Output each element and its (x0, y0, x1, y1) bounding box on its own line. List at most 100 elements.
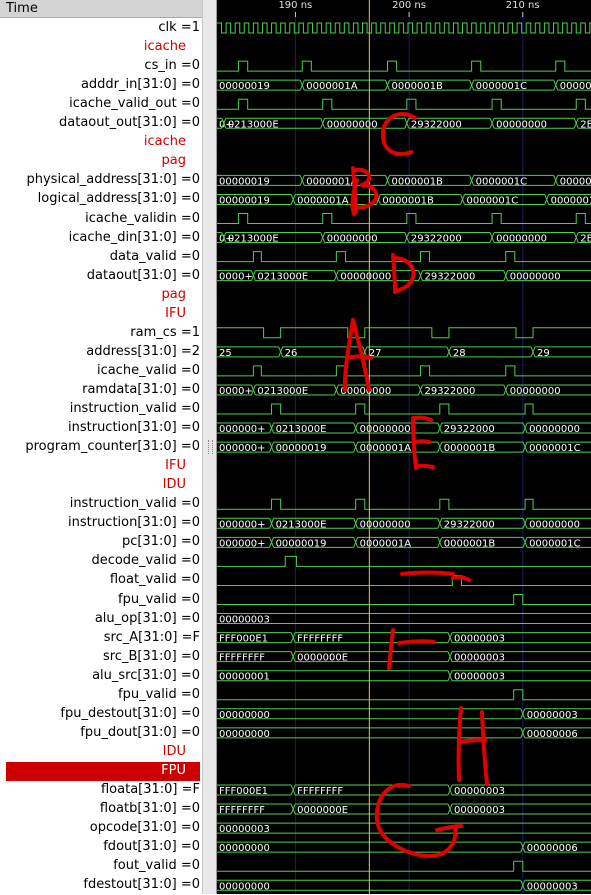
bus-value-label: 0000001A (297, 195, 349, 206)
group-row[interactable]: icache (0, 38, 202, 57)
signal-row[interactable]: fpu_valid =0 (0, 686, 202, 705)
signal-name: floatb[31:0] =0 (99, 801, 200, 817)
signal-row[interactable]: icache_din[31:0] =0 (0, 229, 202, 248)
signal-row[interactable]: opcode[31:0] =0 (0, 819, 202, 838)
group-name: IDU (162, 743, 186, 759)
bus-value-label: 0000+ (219, 386, 253, 397)
waveform-pane[interactable]: 190 ns 200 ns 210 ns 00000019 0000001A 00000… (217, 0, 591, 894)
bus-value-label: 00000019 (276, 443, 327, 454)
signal-row[interactable]: cs_in =0 (0, 57, 202, 76)
bus-value-label: 00000000 (510, 272, 561, 283)
bus-value-label: FFF000E1 (219, 786, 268, 797)
bus-value-label: 00000000 (529, 424, 580, 435)
bus-value-label: 00000000 (219, 729, 270, 740)
signal-row[interactable]: fdout[31:0] =0 (0, 838, 202, 857)
group-row[interactable]: IFU (0, 457, 202, 476)
signal-row[interactable]: dataout_out[31:0] =0 (0, 114, 202, 133)
signal-row[interactable]: logical_address[31:0] =0 (0, 190, 202, 209)
signal-row[interactable]: instruction_valid =0 (0, 400, 202, 419)
bus-value-label: 0213000E (257, 272, 308, 283)
waveform-canvas[interactable]: 00000019 0000001A 0000001B 0000001C 0000001D… (217, 0, 591, 894)
bus-value-label: 0000001C (529, 538, 581, 549)
signal-row[interactable]: floata[31:0] =F (0, 781, 202, 800)
signal-row[interactable]: instruction_valid =0 (0, 495, 202, 514)
bus-value-label: 00000000 (340, 272, 391, 283)
signal-row[interactable]: fdestout[31:0] =0 (0, 876, 202, 895)
group-name: icache (143, 39, 186, 55)
signal-name: pc[31:0] =0 (121, 534, 200, 550)
group-row[interactable]: pag (0, 286, 202, 305)
signal-name: instruction_valid =0 (69, 401, 200, 416)
bus-value-label: 00000019 (276, 538, 327, 549)
bus-value-label: 0213000E (257, 386, 308, 397)
bus-value-label: 0000001B (392, 176, 444, 187)
bit-wave (217, 574, 591, 586)
bus-value-label: 000000+ (219, 519, 266, 530)
signal-row[interactable]: instruction[31:0] =0 (0, 514, 202, 533)
group-name: pag (161, 286, 186, 302)
group-row[interactable]: FPU (6, 761, 200, 781)
bus-value-label: 00000003 (527, 881, 578, 892)
signal-row[interactable]: pc[31:0] =0 (0, 533, 202, 552)
signal-row[interactable]: fpu_valid =0 (0, 591, 202, 610)
signal-row[interactable]: clk =1 (0, 19, 202, 38)
signal-row[interactable]: fpu_destout[31:0] =0 (0, 705, 202, 724)
signal-row[interactable]: program_counter[31:0] =0 (0, 438, 202, 457)
signal-row[interactable]: src_A[31:0] =F (0, 629, 202, 648)
signal-row[interactable]: src_B[31:0] =0 (0, 648, 202, 667)
bus-value-label: 26 (285, 348, 298, 359)
signal-row[interactable]: icache_valid_out =0 (0, 95, 202, 114)
bus-value-label: 29322000 (444, 424, 495, 435)
group-name: IFU (165, 305, 186, 321)
bus-value-label: 000000+ (219, 424, 266, 435)
signal-row[interactable]: fout_valid =0 (0, 857, 202, 876)
bus-value-label: 0000001A (306, 176, 358, 187)
bit-wave (217, 498, 591, 510)
group-name: IFU (165, 458, 186, 474)
signal-row[interactable]: icache_valid =0 (0, 362, 202, 381)
bus-value-label: 00000019 (219, 195, 270, 206)
bus-value-label: 00000000 (360, 519, 411, 530)
group-row[interactable]: IDU (0, 476, 202, 495)
group-row[interactable]: icache (0, 133, 202, 152)
signal-row[interactable]: ramdata[31:0] =0 (0, 381, 202, 400)
bus-value-label: 29322000 (424, 386, 475, 397)
bus-value-label: 0000000E (297, 653, 348, 664)
signal-row[interactable]: physical_address[31:0] =0 (0, 171, 202, 190)
signal-row[interactable]: fpu_dout[31:0] =0 (0, 724, 202, 743)
signal-row[interactable]: alu_src[31:0] =0 (0, 667, 202, 686)
group-row[interactable]: pag (0, 152, 202, 171)
signal-row[interactable]: float_valid =0 (0, 571, 202, 590)
signal-row[interactable]: data_valid =0 (0, 248, 202, 267)
group-row[interactable]: IDU (0, 743, 202, 762)
bus-value-label: 00000003 (454, 672, 505, 683)
bit-wave (217, 213, 591, 224)
signal-row[interactable]: instruction[31:0] =0 (0, 419, 202, 438)
bus-value-label: 29322000 (411, 119, 462, 130)
bus-value-label: 00000000 (219, 710, 270, 721)
signal-row[interactable]: icache_validin =0 (0, 210, 202, 229)
signal-name: src_B[31:0] =0 (102, 648, 200, 664)
signal-row[interactable]: decode_valid =0 (0, 552, 202, 571)
signal-name: dataout_out[31:0] =0 (59, 115, 200, 131)
signal-row[interactable]: alu_op[31:0] =0 (0, 610, 202, 629)
annotation-stroke (456, 706, 489, 786)
bus-value-label: 29 (537, 348, 550, 359)
signal-row[interactable]: floatb[31:0] =0 (0, 800, 202, 819)
signal-name: fpu_dout[31:0] =0 (80, 724, 200, 740)
signal-name: logical_address[31:0] =0 (37, 191, 200, 207)
bus-value-label: 000000+ (219, 443, 266, 454)
signal-row[interactable]: address[31:0] =2 (0, 343, 202, 362)
signal-name-panel: Time clk =1 icache cs_in =0 adddr_in[31:0] … (0, 0, 202, 894)
bus-value-label: 0000001A (360, 538, 412, 549)
bus-value-label: 0000001D (560, 176, 591, 187)
bus-value-label: 0000001D (560, 81, 591, 92)
splitter-grip-icon[interactable] (208, 440, 213, 454)
signal-row[interactable]: dataout[31:0] =0 (0, 267, 202, 286)
signal-row[interactable]: ram_cs =1 (0, 324, 202, 343)
group-row[interactable]: IFU (0, 305, 202, 324)
pane-splitter[interactable] (202, 0, 217, 894)
bit-wave (217, 860, 591, 872)
signal-row[interactable]: adddr_in[31:0] =0 (0, 76, 202, 95)
bus-value-label: FFFFFFFF (297, 634, 343, 645)
